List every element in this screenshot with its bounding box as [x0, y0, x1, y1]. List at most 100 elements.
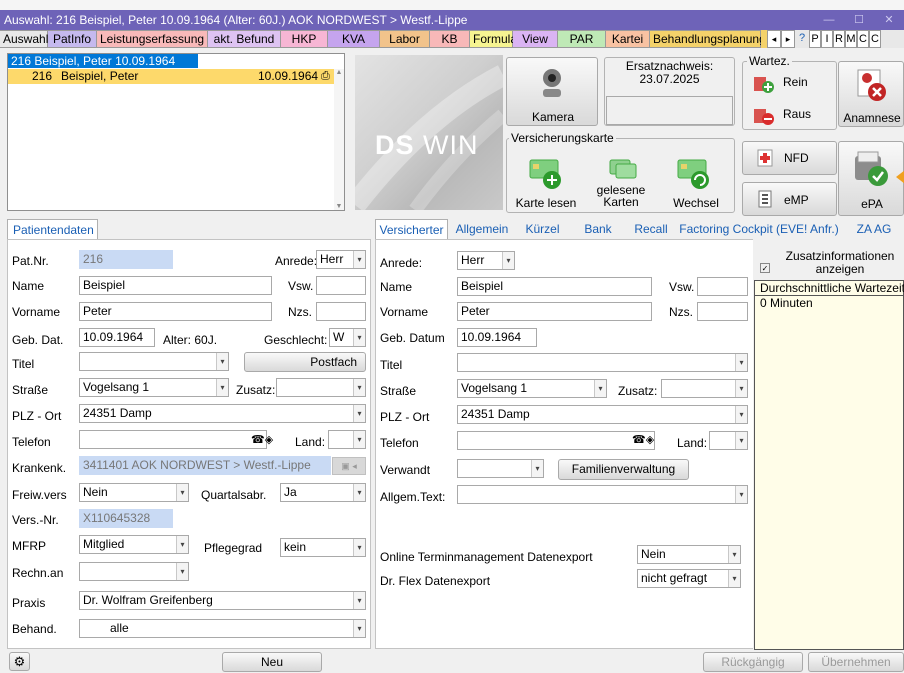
maximize-icon[interactable]: ☐	[844, 10, 874, 30]
behand-select[interactable]: alle ▾	[79, 619, 366, 638]
r-plz-select[interactable]: 24351 Damp ▾	[457, 405, 748, 424]
r-vorname-field[interactable]: Peter	[457, 302, 652, 321]
chevron-down-icon[interactable]: ▾	[353, 379, 365, 396]
nzs-field[interactable]	[316, 302, 366, 321]
r-telefon-field[interactable]	[457, 431, 655, 450]
r-anrede-select[interactable]: Herr ▾	[457, 251, 515, 270]
tab-letter-r-2[interactable]: R	[833, 30, 845, 48]
uebernehmen-button[interactable]: Übernehmen	[808, 652, 904, 672]
tab-letter-p-0[interactable]: P	[809, 30, 821, 48]
name-field[interactable]: Beispiel	[79, 276, 272, 295]
epa-button[interactable]: ePA	[838, 141, 904, 216]
chevron-down-icon[interactable]: ▾	[353, 484, 365, 501]
r-name-field[interactable]: Beispiel	[457, 277, 652, 296]
settings-gear-icon[interactable]: ⚙	[9, 652, 30, 671]
raus-button[interactable]: Raus	[753, 103, 833, 125]
tab-behandlungsplanung[interactable]: Behandlungsplanung	[650, 30, 766, 48]
vsw-field[interactable]	[316, 276, 366, 295]
chevron-down-icon[interactable]: ▾	[353, 592, 365, 609]
wechsel-button[interactable]: Wechsel	[660, 152, 732, 210]
chevron-down-icon[interactable]: ▾	[353, 251, 365, 268]
chevron-down-icon[interactable]: ▾	[735, 354, 747, 371]
anrede-select[interactable]: Herr ▾	[316, 250, 366, 269]
tab-za-ag[interactable]: ZA AG	[843, 219, 904, 239]
otm-select[interactable]: Nein ▾	[637, 545, 741, 564]
emp-button[interactable]: eMP	[742, 182, 837, 216]
chevron-down-icon[interactable]: ▾	[735, 380, 747, 397]
minimize-icon[interactable]: —	[814, 10, 844, 30]
r-allgem-select[interactable]: ▾	[457, 485, 748, 504]
rein-button[interactable]: Rein	[753, 71, 833, 93]
chevron-down-icon[interactable]: ▾	[353, 405, 365, 422]
geb-field[interactable]: 10.09.1964	[79, 328, 155, 347]
tab-allgemein[interactable]: Allgemein	[448, 219, 516, 239]
chevron-down-icon[interactable]: ▾	[735, 432, 747, 449]
chevron-down-icon[interactable]: ▾	[176, 563, 188, 580]
chevron-down-icon[interactable]: ▾	[176, 536, 188, 553]
tab-view[interactable]: View	[513, 30, 558, 48]
r-phone-icon[interactable]: ☎◈	[632, 433, 654, 446]
tab-hkp[interactable]: HKP	[281, 30, 328, 48]
chevron-down-icon[interactable]: ▾	[502, 252, 514, 269]
neu-button[interactable]: Neu	[222, 652, 322, 672]
chevron-down-icon[interactable]: ▾	[594, 380, 606, 397]
pflege-select[interactable]: kein ▾	[280, 538, 366, 557]
tab-patientendaten[interactable]: Patientendaten	[7, 219, 98, 239]
tab-akt-befund[interactable]: akt. Befund	[208, 30, 281, 48]
r-titel-select[interactable]: ▾	[457, 353, 748, 372]
patient-list-header[interactable]: 216 Beispiel, Peter 10.09.1964	[8, 54, 198, 68]
tab-auswahl[interactable]: Auswahl	[0, 30, 48, 48]
tab-formular[interactable]: Formular	[470, 30, 521, 48]
chevron-down-icon[interactable]: ▾	[353, 329, 365, 346]
close-icon[interactable]: ✕	[874, 10, 904, 30]
list-scrollbar[interactable]: ▲ ▼	[334, 69, 344, 210]
strasse-select[interactable]: Vogelsang 1 ▾	[79, 378, 229, 397]
r-strasse-select[interactable]: Vogelsang 1 ▾	[457, 379, 607, 398]
tab-kva[interactable]: KVA	[328, 30, 380, 48]
tab-next-icon[interactable]: ▸	[781, 30, 795, 48]
nfd-button[interactable]: NFD	[742, 141, 837, 175]
karte-lesen-button[interactable]: Karte lesen	[510, 152, 582, 210]
camera-button[interactable]: Kamera	[506, 57, 598, 126]
chevron-down-icon[interactable]: ▾	[216, 379, 228, 396]
chevron-down-icon[interactable]: ▾	[353, 539, 365, 556]
chevron-down-icon[interactable]: ▾	[176, 484, 188, 501]
zusatz-checkbox[interactable]: ✓	[760, 260, 770, 274]
chevron-down-icon[interactable]: ▾	[728, 546, 740, 563]
help-icon[interactable]: ?	[795, 30, 809, 48]
r-nzs-field[interactable]	[697, 302, 748, 321]
tab-kb[interactable]: KB	[430, 30, 470, 48]
tab-factoring-cockpit-eve-anfr[interactable]: Factoring Cockpit (EVE! Anfr.)	[675, 219, 843, 239]
scroll-down-icon[interactable]: ▼	[334, 203, 344, 210]
chevron-down-icon[interactable]: ▾	[531, 460, 543, 477]
postfach-button[interactable]: Postfach	[244, 352, 366, 372]
tab-letter-m-3[interactable]: M	[845, 30, 857, 48]
tab-labor[interactable]: Labor	[380, 30, 430, 48]
tab-letter-i-1[interactable]: I	[821, 30, 833, 48]
titel-select[interactable]: ▾	[79, 352, 229, 371]
flex-select[interactable]: nicht gefragt ▾	[637, 569, 741, 588]
gelesene-karten-button[interactable]: gelesene Karten	[588, 152, 654, 210]
tab-par[interactable]: PAR	[558, 30, 606, 48]
r-vsw-field[interactable]	[697, 277, 748, 296]
tab-k-rzel[interactable]: Kürzel	[516, 219, 569, 239]
tab-leistungserfassung[interactable]: Leistungserfassung	[97, 30, 208, 48]
land-select[interactable]: ▾	[328, 430, 366, 449]
tab-recall[interactable]: Recall	[627, 219, 675, 239]
rechn-select[interactable]: ▾	[79, 562, 189, 581]
r-zusatz-select[interactable]: ▾	[661, 379, 748, 398]
freiw-select[interactable]: Nein ▾	[79, 483, 189, 502]
vorname-field[interactable]: Peter	[79, 302, 272, 321]
patient-list-row[interactable]: 216 Beispiel, Peter 10.09.1964 ⎙	[8, 69, 334, 84]
familienverwaltung-button[interactable]: Familienverwaltung	[558, 459, 689, 480]
tab-versicherter[interactable]: Versicherter	[375, 219, 448, 239]
tab-prev-icon[interactable]: ◂	[767, 30, 781, 48]
tab-letter-c-5[interactable]: C	[869, 30, 881, 48]
r-verwandt-select[interactable]: ▾	[457, 459, 544, 478]
tab-letter-c-4[interactable]: C	[857, 30, 869, 48]
chevron-down-icon[interactable]: ▾	[735, 406, 747, 423]
tab-bank[interactable]: Bank	[569, 219, 627, 239]
mfrp-select[interactable]: Mitglied ▾	[79, 535, 189, 554]
scroll-up-icon[interactable]: ▲	[334, 69, 344, 76]
anamnese-button[interactable]: Anamnese	[838, 61, 904, 127]
